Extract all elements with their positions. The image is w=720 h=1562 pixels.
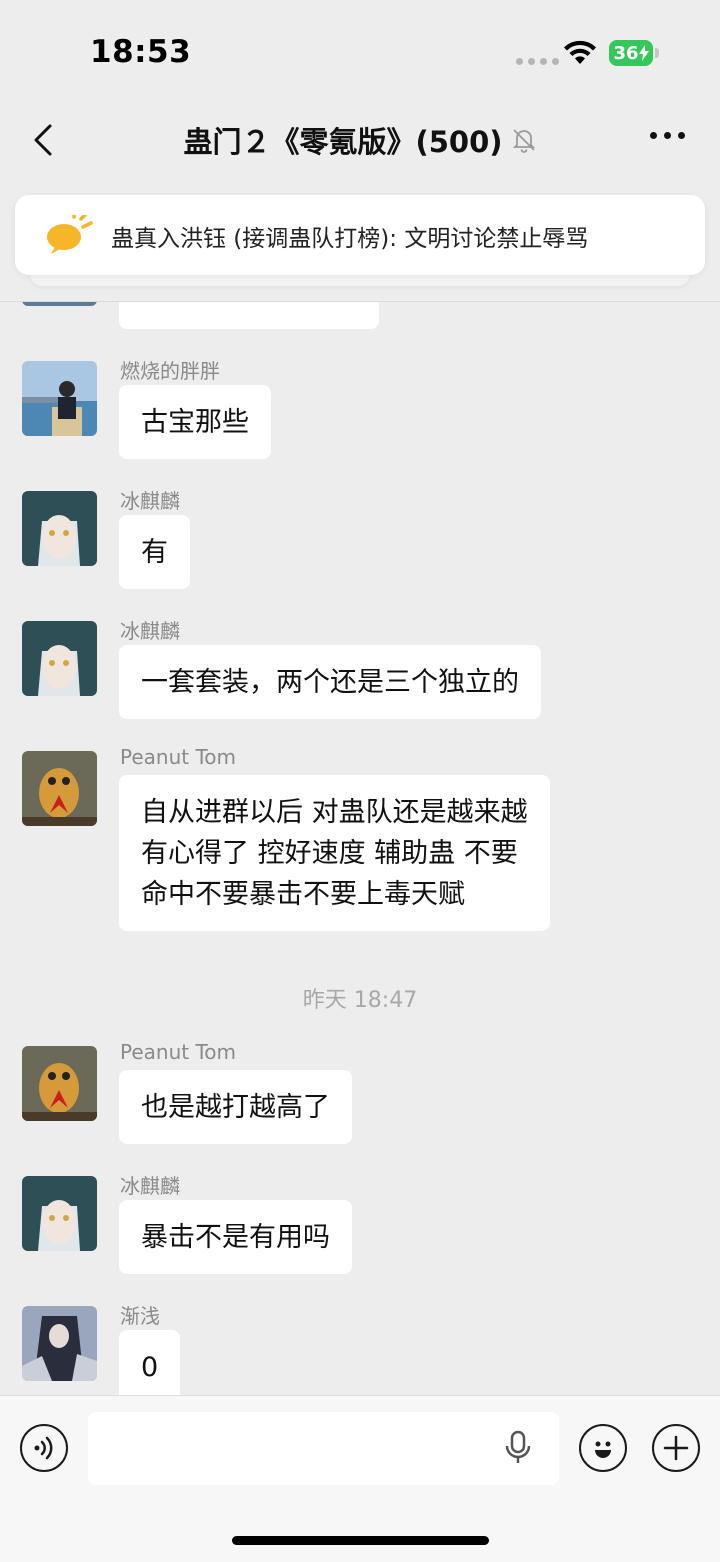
message-bubble[interactable]: 也是越打越高了 (119, 1070, 352, 1144)
message-input[interactable] (88, 1412, 559, 1485)
smiley-icon (595, 1441, 611, 1458)
avatar-bingqilin[interactable] (22, 491, 97, 566)
status-time: 18:53 (90, 34, 192, 70)
voice-mode-button[interactable] (20, 1424, 68, 1472)
sender-name: 冰麒麟 (120, 1174, 180, 1198)
sender-name: Peanut Tom (120, 745, 236, 769)
message-bubble[interactable]: 自从进群以后 对蛊队还是越来越 有心得了 控好速度 辅助蛊 不要 命中不要暴击不… (119, 775, 550, 931)
home-indicator[interactable] (232, 1536, 489, 1545)
sender-name: 渐浅 (120, 1304, 160, 1328)
status-bar: 18:53 36 (0, 0, 720, 100)
emoji-button[interactable] (579, 1424, 627, 1472)
chat-header: 蛊门２《零氪版》(500) (0, 100, 720, 180)
notice-text: 蛊真入洪钰 (接调蛊队打榜): 文明讨论禁止辱骂 (111, 226, 589, 252)
avatar-jianqian[interactable] (22, 1306, 97, 1381)
more-functions-button[interactable] (652, 1424, 700, 1472)
avatar-bingqilin[interactable] (22, 1176, 97, 1251)
message-line: 自从进群以后 对蛊队还是越来越 (141, 797, 528, 828)
avatar[interactable] (22, 302, 97, 306)
wifi-icon (564, 40, 596, 64)
announcement-icon (47, 215, 93, 254)
plus-icon (663, 1435, 689, 1461)
chat-title-row: 蛊门２《零氪版》(500) (0, 119, 720, 161)
charging-icon (638, 45, 649, 61)
battery-indicator: 36 (609, 40, 653, 66)
avatar-peanut-tom[interactable] (22, 1046, 97, 1121)
sender-name: 燃烧的胖胖 (120, 359, 220, 383)
battery-cap (655, 48, 659, 58)
sender-name: Peanut Tom (120, 1040, 236, 1064)
message-bubble[interactable]: 有 (119, 515, 190, 589)
more-options-icon[interactable] (650, 132, 685, 139)
message-bubble[interactable]: 0 (119, 1330, 181, 1395)
message-line: 有心得了 控好速度 辅助蛊 不要 (141, 838, 518, 869)
avatar-peanut-tom[interactable] (22, 751, 97, 826)
avatar-ranshao[interactable] (22, 361, 97, 436)
chat-title[interactable]: 蛊门２《零氪版》(500) (183, 119, 502, 161)
sender-name: 冰麒麟 (120, 489, 180, 513)
signal-icon (516, 58, 559, 65)
pinned-notice[interactable]: 蛊真入洪钰 (接调蛊队打榜): 文明讨论禁止辱骂 (15, 195, 705, 275)
avatar-bingqilin[interactable] (22, 621, 97, 696)
message-bubble[interactable]: 古宝那些 (119, 385, 271, 459)
sender-name: 冰麒麟 (120, 619, 180, 643)
voice-wave-icon (34, 1436, 53, 1460)
chat-timestamp: 昨天 18:47 (302, 988, 418, 1013)
message-bubble[interactable]: 暴击不是有用吗 (119, 1200, 352, 1274)
message-bubble[interactable]: 一套套装，两个还是三个独立的 (119, 645, 541, 719)
message-bubble-partial[interactable] (119, 302, 379, 329)
mute-bell-icon (512, 129, 535, 153)
message-list[interactable]: 燃烧的胖胖 古宝那些 冰麒麟 有 冰麒麟 一套套装，两个还是三个独立的 Pean… (0, 302, 720, 1395)
battery-level: 36 (613, 42, 639, 64)
message-line: 命中不要暴击不要上毒天赋 (141, 879, 465, 910)
microphone-icon[interactable] (504, 1430, 532, 1466)
